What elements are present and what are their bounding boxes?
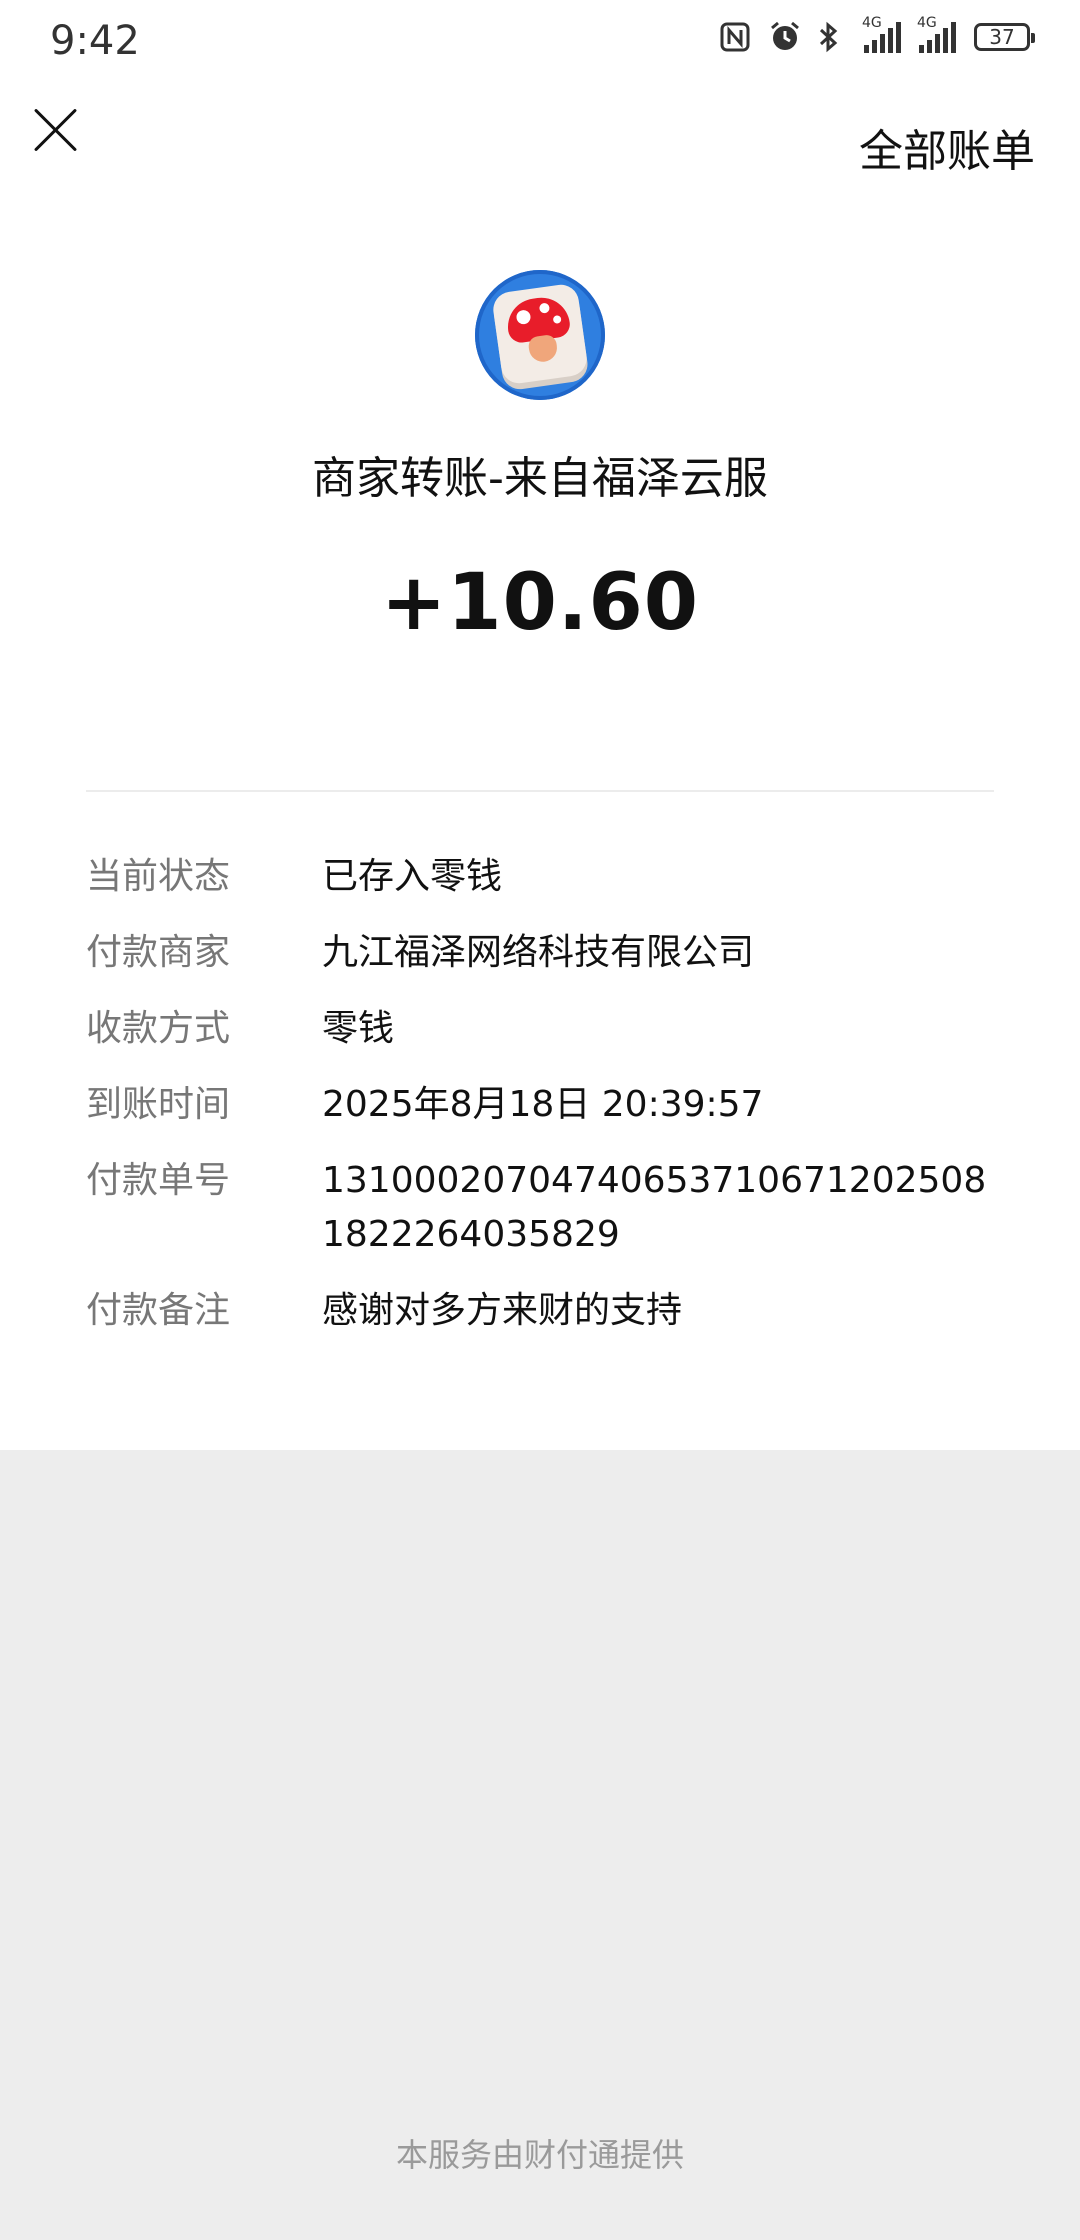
status-bar: 9:42 4G 4G 37 bbox=[0, 0, 1080, 80]
detail-value: 已存入零钱 bbox=[322, 856, 503, 897]
all-bills-link[interactable]: 全部账单 bbox=[859, 115, 1035, 179]
detail-row-status: 当前状态 已存入零钱 bbox=[86, 850, 1006, 904]
detail-row-remark: 付款备注 感谢对多方来财的支持 bbox=[86, 1284, 1006, 1338]
nav-bar: 全部账单 bbox=[0, 80, 1080, 210]
signal-label: 4G bbox=[917, 15, 937, 31]
details-list: 当前状态 已存入零钱 付款商家 九江福泽网络科技有限公司 收款方式 零钱 到账时… bbox=[86, 850, 1006, 1360]
service-provider-note: 本服务由财付通提供 bbox=[395, 2136, 684, 2174]
detail-label: 付款单号 bbox=[86, 1160, 231, 1201]
detail-row-merchant: 付款商家 九江福泽网络科技有限公司 bbox=[86, 926, 1006, 980]
status-icons: 4G 4G 37 bbox=[720, 15, 1035, 54]
detail-value: 九江福泽网络科技有限公司 bbox=[322, 932, 755, 973]
status-time: 9:42 bbox=[50, 18, 140, 64]
detail-value: 零钱 bbox=[322, 1008, 395, 1049]
signal-label: 4G bbox=[862, 15, 882, 31]
battery-level: 37 bbox=[989, 25, 1015, 49]
divider bbox=[86, 790, 994, 792]
signal-icon-sim2: 4G bbox=[917, 15, 956, 53]
transaction-title: 商家转账-来自福泽云服 bbox=[312, 453, 768, 504]
detail-value[interactable]: 1310002070474065371067120250818222640358… bbox=[322, 1154, 1006, 1262]
detail-label: 付款备注 bbox=[86, 1290, 231, 1331]
alarm-icon bbox=[768, 20, 799, 54]
detail-label: 到账时间 bbox=[86, 1084, 231, 1125]
detail-value: 2025年8月18日 20:39:57 bbox=[322, 1084, 764, 1125]
signal-icon-sim1: 4G bbox=[862, 15, 901, 53]
detail-row-order-number: 付款单号 13100020704740653710671202508182226… bbox=[86, 1154, 1006, 1262]
battery-icon: 37 bbox=[974, 23, 1035, 51]
transaction-amount: +10.60 bbox=[380, 558, 700, 648]
nfc-icon bbox=[720, 20, 750, 54]
mushroom-icon bbox=[491, 282, 589, 386]
detail-label: 当前状态 bbox=[86, 856, 231, 897]
transaction-card: 商家转账-来自福泽云服 +10.60 当前状态 已存入零钱 付款商家 九江福泽网… bbox=[0, 210, 1080, 1450]
detail-label: 收款方式 bbox=[86, 1008, 231, 1049]
detail-value: 感谢对多方来财的支持 bbox=[322, 1290, 683, 1331]
detail-row-method: 收款方式 零钱 bbox=[86, 1002, 1006, 1056]
detail-label: 付款商家 bbox=[86, 932, 231, 973]
bluetooth-icon bbox=[816, 20, 846, 54]
close-icon[interactable] bbox=[30, 105, 80, 155]
merchant-avatar bbox=[475, 270, 605, 400]
detail-row-time: 到账时间 2025年8月18日 20:39:57 bbox=[86, 1078, 1006, 1132]
